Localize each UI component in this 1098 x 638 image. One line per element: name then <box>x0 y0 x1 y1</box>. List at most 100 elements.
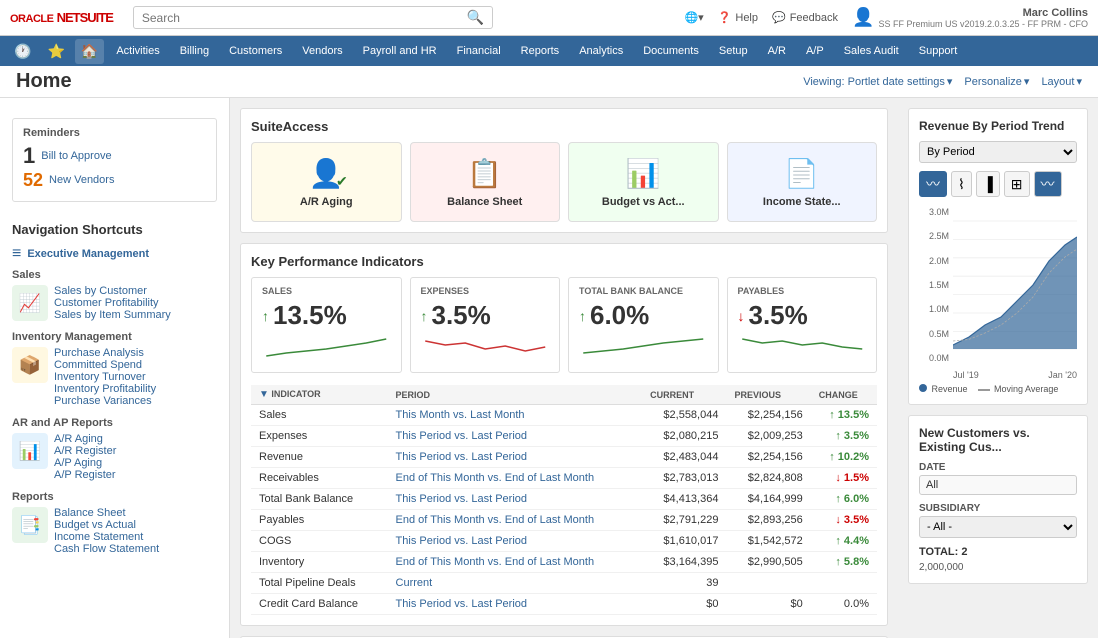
revenue-panel: Revenue By Period Trend By Period 〰 ⌇ ▐ … <box>908 108 1088 405</box>
sidebar: Reminders 1 Bill to Approve 52 New Vendo… <box>0 98 230 638</box>
budget-vs-actual-link[interactable]: Budget vs Actual <box>54 519 159 531</box>
purchase-variances-link[interactable]: Purchase Variances <box>54 395 156 407</box>
kpi-th-previous: PREVIOUS <box>726 385 810 405</box>
user-menu[interactable]: 👤 Marc Collins SS FF Premium US v2019.2.… <box>852 7 1088 29</box>
help-button[interactable]: ❓ Help <box>718 11 758 24</box>
y-label-1m: 1.0M <box>919 304 949 314</box>
sales-by-customer-link[interactable]: Sales by Customer <box>54 285 171 297</box>
period-link[interactable]: This Period vs. Last Period <box>396 451 527 463</box>
kpi-title: Key Performance Indicators <box>251 254 877 269</box>
home-nav-icon[interactable]: 🏠 <box>75 39 104 64</box>
table-row: Inventory End of This Month vs. End of L… <box>251 552 877 573</box>
inventory-section-title: Inventory Management <box>12 331 217 343</box>
kpi-expenses-arrow: ↑ <box>421 308 428 324</box>
chart-type-line[interactable]: 〰 <box>919 171 947 197</box>
search-box[interactable]: 🔍 <box>133 6 493 29</box>
nav-analytics[interactable]: Analytics <box>571 41 631 61</box>
nav-support[interactable]: Support <box>911 41 966 61</box>
recent-icon[interactable]: 🕐 <box>8 39 37 64</box>
nav-ap[interactable]: A/P <box>798 41 832 61</box>
ar-aging-link[interactable]: A/R Aging <box>54 433 116 445</box>
vendor-link[interactable]: New Vendors <box>49 174 114 186</box>
exec-management-item[interactable]: ≡ Executive Management <box>12 245 217 263</box>
period-link[interactable]: This Period vs. Last Period <box>396 598 527 610</box>
layout-link[interactable]: Layout ▾ <box>1041 75 1082 88</box>
cash-flow-link[interactable]: Cash Flow Statement <box>54 543 159 555</box>
subsidiary-select[interactable]: - All - <box>919 516 1077 538</box>
cell-previous: $2,254,156 <box>726 447 810 468</box>
search-input[interactable] <box>142 11 467 25</box>
feedback-button[interactable]: 💬 Feedback <box>772 11 838 24</box>
nav-vendors[interactable]: Vendors <box>294 41 350 61</box>
period-link[interactable]: End of This Month vs. End of Last Month <box>396 472 595 484</box>
nav-reports[interactable]: Reports <box>513 41 568 61</box>
chart-type-line2[interactable]: 〰 <box>1034 171 1062 197</box>
suite-card-bs[interactable]: 📋 Balance Sheet <box>410 142 561 222</box>
purchase-analysis-link[interactable]: Purchase Analysis <box>54 347 156 359</box>
suite-card-ar[interactable]: 👤 ✔ A/R Aging <box>251 142 402 222</box>
nav-payroll[interactable]: Payroll and HR <box>355 41 445 61</box>
cell-change <box>811 573 877 594</box>
inventory-turnover-link[interactable]: Inventory Turnover <box>54 371 156 383</box>
nav-ar[interactable]: A/R <box>760 41 794 61</box>
period-link[interactable]: Current <box>396 577 433 589</box>
cell-period: This Period vs. Last Period <box>388 426 643 447</box>
income-card-icon: 📄 <box>784 157 819 190</box>
income-statement-link[interactable]: Income Statement <box>54 531 159 543</box>
chevron-down-icon: ▾ <box>947 75 953 88</box>
nav-shortcuts-title: Navigation Shortcuts <box>12 222 217 237</box>
chart-type-area[interactable]: ⌇ <box>951 171 972 197</box>
period-link[interactable]: End of This Month vs. End of Last Month <box>396 514 595 526</box>
personalize-link[interactable]: Personalize ▾ <box>964 75 1029 88</box>
kpi-expenses-label: EXPENSES <box>421 286 550 296</box>
cell-indicator: Revenue <box>251 447 388 468</box>
exec-management-link[interactable]: Executive Management <box>27 248 149 260</box>
ar-register-link[interactable]: A/R Register <box>54 445 116 457</box>
hamburger-icon: ≡ <box>12 245 21 263</box>
nav-billing[interactable]: Billing <box>172 41 217 61</box>
period-link[interactable]: This Month vs. Last Month <box>396 409 525 421</box>
committed-spend-link[interactable]: Committed Spend <box>54 359 156 371</box>
x-label-jan20: Jan '20 <box>1048 370 1077 380</box>
chart-type-table[interactable]: ⊞ <box>1004 171 1030 197</box>
period-link[interactable]: This Period vs. Last Period <box>396 493 527 505</box>
kpi-sales-value: ↑ 13.5% <box>262 300 391 331</box>
period-link[interactable]: End of This Month vs. End of Last Month <box>396 556 595 568</box>
period-link[interactable]: This Period vs. Last Period <box>396 535 527 547</box>
nav-setup[interactable]: Setup <box>711 41 756 61</box>
balance-sheet-link[interactable]: Balance Sheet <box>54 507 159 519</box>
nav-customers[interactable]: Customers <box>221 41 290 61</box>
favorites-icon[interactable]: ⭐ <box>41 39 70 64</box>
kpi-card-bank: TOTAL BANK BALANCE ↑ 6.0% <box>568 277 719 373</box>
legend-moving-avg: Moving Average <box>978 384 1059 394</box>
nav-bar: 🕐 ⭐ 🏠 Activities Billing Customers Vendo… <box>0 36 1098 66</box>
kpi-expenses-value: ↑ 3.5% <box>421 300 550 331</box>
revenue-chart-container: 3.0M 2.5M 2.0M 1.5M 1.0M 0.5M 0.0M <box>919 205 1077 380</box>
y-label-3m: 3.0M <box>919 207 949 217</box>
nav-documents[interactable]: Documents <box>635 41 707 61</box>
sales-by-item-link[interactable]: Sales by Item Summary <box>54 309 171 321</box>
cell-previous: $2,254,156 <box>726 405 810 426</box>
suite-card-budget[interactable]: 📊 Budget vs Act... <box>568 142 719 222</box>
globe-button[interactable]: 🌐▾ <box>684 11 703 24</box>
nav-activities[interactable]: Activities <box>108 41 167 61</box>
inventory-profitability-link[interactable]: Inventory Profitability <box>54 383 156 395</box>
customer-profitability-link[interactable]: Customer Profitability <box>54 297 171 309</box>
viewing-portlet-link[interactable]: Viewing: Portlet date settings ▾ <box>803 75 952 88</box>
chart-type-bar[interactable]: ▐ <box>976 171 1000 197</box>
bill-link[interactable]: Bill to Approve <box>41 150 111 162</box>
suite-card-income[interactable]: 📄 Income State... <box>727 142 878 222</box>
nav-sales-audit[interactable]: Sales Audit <box>836 41 907 61</box>
suite-access-title: SuiteAccess <box>251 119 877 134</box>
cell-period: This Month vs. Last Month <box>388 405 643 426</box>
period-link[interactable]: This Period vs. Last Period <box>396 430 527 442</box>
sort-icon[interactable]: ▼ <box>259 389 269 400</box>
ap-aging-link[interactable]: A/P Aging <box>54 457 116 469</box>
reports-section: Reports 📑 Balance Sheet Budget vs Actual… <box>12 491 217 555</box>
change-up-icon: ↑ 4.4% <box>835 535 869 547</box>
period-select[interactable]: By Period <box>919 141 1077 163</box>
cell-current: $1,610,017 <box>642 531 726 552</box>
nav-financial[interactable]: Financial <box>449 41 509 61</box>
y-label-05m: 0.5M <box>919 329 949 339</box>
ap-register-link[interactable]: A/P Register <box>54 469 116 481</box>
